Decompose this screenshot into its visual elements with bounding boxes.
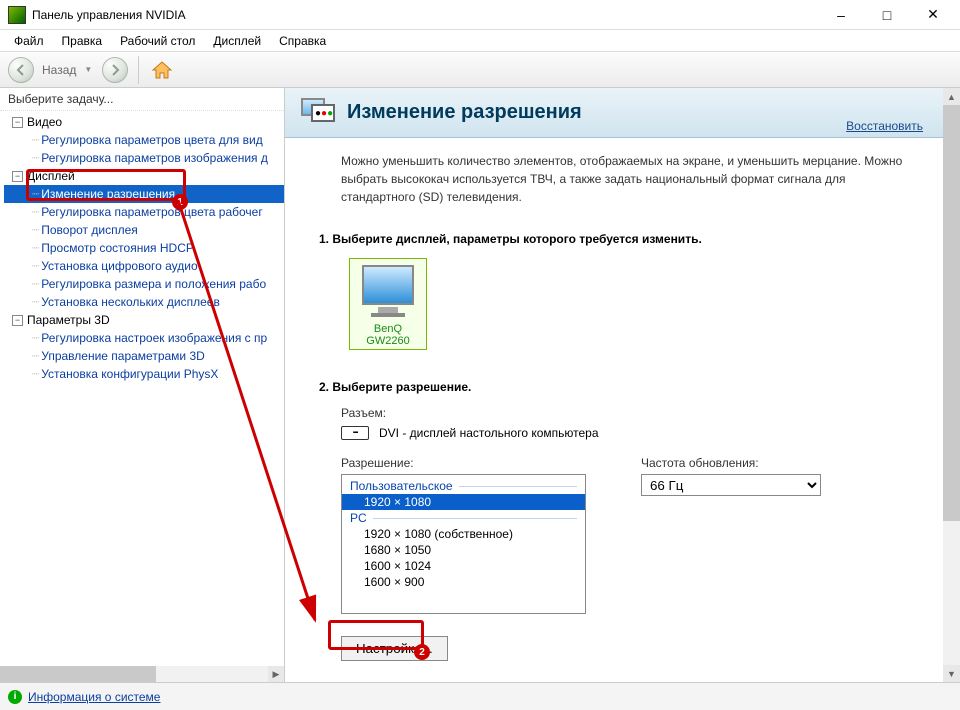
tree-item-label: Регулировка настроек изображения с пр	[41, 331, 267, 345]
listbox-group: PC	[342, 510, 585, 526]
tree-item-label: Изменение разрешения	[41, 187, 175, 201]
tree-item[interactable]: Регулировка размера и положения рабо	[4, 275, 284, 293]
tree-item[interactable]: Регулировка параметров цвета рабочег	[4, 203, 284, 221]
collapse-icon[interactable]: −	[12, 315, 23, 326]
tree-group-video[interactable]: − Видео	[4, 113, 284, 131]
maximize-button[interactable]: □	[864, 0, 910, 30]
tree-item-label: Установка нескольких дисплеев	[41, 295, 220, 309]
menu-desktop[interactable]: Рабочий стол	[114, 32, 201, 50]
tree-group-display[interactable]: − Дисплей	[4, 167, 284, 185]
tree-item-label: Установка цифрового аудио	[41, 259, 197, 273]
step-1-label: 1. Выберите дисплей, параметры которого …	[319, 232, 919, 246]
tree-item[interactable]: Установка нескольких дисплеев	[4, 293, 284, 311]
tree-item-label: Поворот дисплея	[41, 223, 138, 237]
tree-item-label: Регулировка параметров изображения д	[41, 151, 268, 165]
toolbar-separator	[138, 56, 139, 84]
resolution-icon: ●●●	[301, 98, 335, 128]
resolution-item[interactable]: 1920 × 1080 (собственное)	[342, 526, 585, 542]
step-2-label: 2. Выберите разрешение.	[319, 380, 919, 394]
forward-button[interactable]	[102, 57, 128, 83]
tree-item[interactable]: Регулировка параметров цвета для вид	[4, 131, 284, 149]
display-name: BenQ GW2260	[354, 323, 422, 347]
minimize-button[interactable]: –	[818, 0, 864, 30]
system-info-link[interactable]: Информация о системе	[28, 690, 160, 704]
refresh-rate-select[interactable]: 66 Гц	[641, 474, 821, 496]
restore-link[interactable]: Восстановить	[846, 119, 923, 133]
tree-item-label: Регулировка параметров цвета для вид	[41, 133, 262, 147]
monitor-icon	[362, 265, 414, 305]
menu-edit[interactable]: Правка	[56, 32, 109, 50]
menu-file[interactable]: Файл	[8, 32, 50, 50]
tree-group-label: Видео	[27, 115, 62, 129]
close-button[interactable]: ✕	[910, 0, 956, 30]
tree-group-3d[interactable]: − Параметры 3D	[4, 311, 284, 329]
scroll-thumb[interactable]	[943, 105, 960, 521]
sidebar-header: Выберите задачу...	[0, 88, 284, 111]
page-intro: Можно уменьшить количество элементов, от…	[341, 152, 919, 206]
tree-item-label: Просмотр состояния HDCP	[41, 241, 194, 255]
tree-item[interactable]: Установка цифрового аудио	[4, 257, 284, 275]
toolbar: Назад ▼	[0, 52, 960, 88]
tree-item-label: Регулировка параметров цвета рабочег	[41, 205, 263, 219]
tree-item[interactable]: Поворот дисплея	[4, 221, 284, 239]
resolution-item[interactable]: 1600 × 1024	[342, 558, 585, 574]
page-title: Изменение разрешения	[347, 101, 582, 124]
dvi-icon: ▪▪▪▪	[341, 426, 369, 440]
listbox-group-label: Пользовательское	[350, 479, 453, 493]
tree-item-label: Установка конфигурации PhysX	[41, 367, 218, 381]
scroll-down-icon[interactable]: ▼	[943, 665, 960, 682]
connector-value: DVI - дисплей настольного компьютера	[379, 426, 599, 440]
resolution-listbox[interactable]: Пользовательское 1920 × 1080 PC 1920 × 1…	[341, 474, 586, 614]
resolution-label: Разрешение:	[341, 456, 591, 470]
tree-group-label: Дисплей	[27, 169, 75, 183]
tree-item-change-resolution[interactable]: Изменение разрешения	[4, 185, 284, 203]
collapse-icon[interactable]: −	[12, 117, 23, 128]
titlebar: Панель управления NVIDIA – □ ✕	[0, 0, 960, 30]
scroll-up-icon[interactable]: ▲	[943, 88, 960, 105]
tree-item[interactable]: Установка конфигурации PhysX	[4, 365, 284, 383]
scroll-thumb[interactable]	[0, 666, 156, 682]
connector-label: Разъем:	[341, 406, 919, 420]
sidebar: Выберите задачу... − Видео Регулировка п…	[0, 88, 285, 682]
sidebar-hscrollbar[interactable]: ◀ ▶	[0, 666, 284, 682]
back-label: Назад	[42, 63, 76, 77]
refresh-label: Частота обновления:	[641, 456, 841, 470]
customize-button[interactable]: Настройка...	[341, 636, 448, 661]
tree-item[interactable]: Управление параметрами 3D	[4, 347, 284, 365]
back-dropdown[interactable]: ▼	[84, 65, 92, 74]
task-tree[interactable]: − Видео Регулировка параметров цвета для…	[0, 111, 284, 666]
menu-help[interactable]: Справка	[273, 32, 332, 50]
resolution-item[interactable]: 1680 × 1050	[342, 542, 585, 558]
tree-item[interactable]: Регулировка параметров изображения д	[4, 149, 284, 167]
window-title: Панель управления NVIDIA	[32, 8, 818, 22]
info-icon: i	[8, 690, 22, 704]
collapse-icon[interactable]: −	[12, 171, 23, 182]
footer: i Информация о системе	[0, 682, 960, 710]
resolution-item[interactable]: 1600 × 900	[342, 574, 585, 590]
listbox-group: Пользовательское	[342, 478, 585, 494]
home-button[interactable]	[149, 57, 175, 83]
tree-item-label: Регулировка размера и положения рабо	[41, 277, 266, 291]
tree-group-label: Параметры 3D	[27, 313, 110, 327]
app-icon	[8, 6, 26, 24]
menubar: Файл Правка Рабочий стол Дисплей Справка	[0, 30, 960, 52]
main-pane: ●●● Изменение разрешения Восстановить Мо…	[285, 88, 960, 682]
listbox-group-label: PC	[350, 511, 367, 525]
scroll-right-icon[interactable]: ▶	[268, 666, 284, 682]
page-header: ●●● Изменение разрешения Восстановить	[285, 88, 943, 138]
tree-item[interactable]: Просмотр состояния HDCP	[4, 239, 284, 257]
display-tile[interactable]: BenQ GW2260	[349, 258, 427, 350]
resolution-item-selected[interactable]: 1920 × 1080	[342, 494, 585, 510]
main-vscrollbar[interactable]: ▲ ▼	[943, 88, 960, 682]
back-button[interactable]	[8, 57, 34, 83]
tree-item-label: Управление параметрами 3D	[41, 349, 205, 363]
menu-display[interactable]: Дисплей	[207, 32, 267, 50]
tree-item[interactable]: Регулировка настроек изображения с пр	[4, 329, 284, 347]
